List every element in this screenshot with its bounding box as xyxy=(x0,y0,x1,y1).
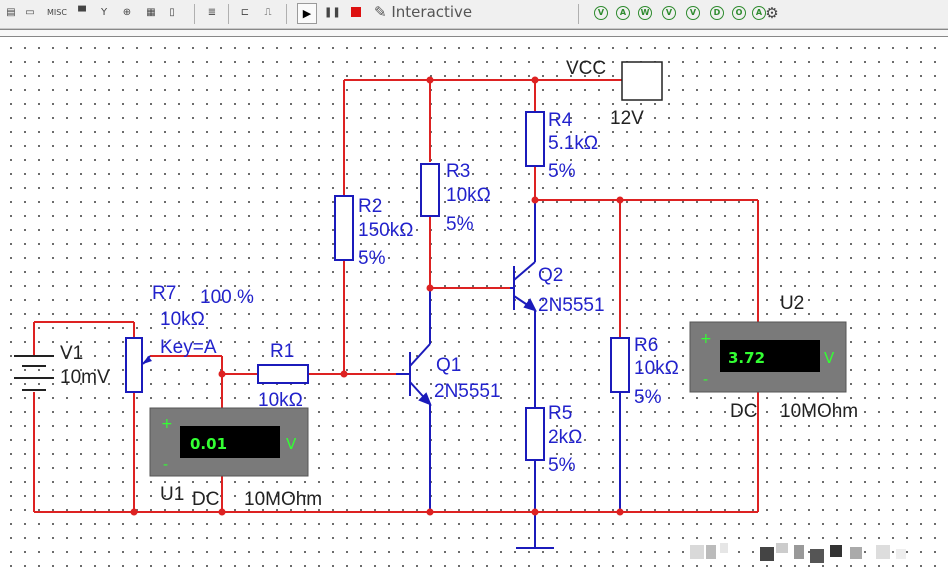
toolbar: ▤ ▭ MISC ▀ Y ⊕ ▦ ▯ ≣ ⊏ ⎍ ▶ ❚❚ ✎ Interact… xyxy=(0,0,948,29)
r6-tolerance: 5% xyxy=(634,387,662,408)
r2-name: R2 xyxy=(358,196,382,217)
simulation-mode-label: Interactive xyxy=(391,3,473,21)
transistor-icon[interactable]: ⊕ xyxy=(118,4,136,22)
q1-model: 2N5551 xyxy=(434,381,501,402)
resistor-r3[interactable]: R3 10kΩ 5% xyxy=(420,161,491,235)
u1-unit: V xyxy=(286,435,297,453)
stop-button[interactable] xyxy=(348,4,364,22)
connector-icon[interactable]: ⊏ xyxy=(236,4,254,22)
vcc-label: VCC xyxy=(566,58,606,79)
q1-name: Q1 xyxy=(436,355,461,376)
u2-unit: V xyxy=(824,349,835,367)
r3-value: 10kΩ xyxy=(446,185,491,206)
r1-name: R1 xyxy=(270,341,294,362)
u2-minus: - xyxy=(703,372,708,388)
u2-name: U2 xyxy=(780,293,804,314)
r2-tolerance: 5% xyxy=(358,248,386,269)
mouse-icon[interactable]: ▯ xyxy=(164,4,180,22)
voltmeter-u1[interactable]: 0.01 V + - U1 DC 10MOhm xyxy=(149,407,322,510)
probe-ref-icon[interactable]: V xyxy=(686,6,700,20)
q2-name: Q2 xyxy=(538,265,563,286)
v1-name: V1 xyxy=(60,343,83,364)
r3-tolerance: 5% xyxy=(446,214,474,235)
schematic-canvas[interactable]: VCC 12V R2 150kΩ 5% R3 10kΩ 5% R4 5.1kΩ … xyxy=(0,37,948,575)
misc-button[interactable]: MISC xyxy=(44,4,70,22)
r6-value: 10kΩ xyxy=(634,358,679,379)
pencil-icon: ✎ xyxy=(374,3,387,21)
r4-value: 5.1kΩ xyxy=(548,133,598,154)
probe-diff-icon[interactable]: V xyxy=(662,6,676,20)
probe-power-icon[interactable]: W xyxy=(638,6,652,20)
u2-reading: 3.72 xyxy=(728,349,765,367)
r7-key: Key=A xyxy=(160,337,217,358)
u2-mode: DC xyxy=(730,401,757,422)
watermark-blocks xyxy=(690,543,906,563)
r4-tolerance: 5% xyxy=(548,161,576,182)
pulse-icon[interactable]: ⎍ xyxy=(260,4,276,22)
u1-impedance: 10MOhm xyxy=(244,489,322,510)
r3-name: R3 xyxy=(446,161,470,182)
antenna-icon[interactable]: Y xyxy=(96,4,112,22)
resistor-r6[interactable]: R6 10kΩ 5% xyxy=(610,335,679,408)
resistor-r2[interactable]: R2 150kΩ 5% xyxy=(334,195,413,269)
r7-percent: 100 % xyxy=(200,287,254,308)
schematic: VCC 12V R2 150kΩ 5% R3 10kΩ 5% R4 5.1kΩ … xyxy=(14,58,858,549)
r5-tolerance: 5% xyxy=(548,455,576,476)
component-icon[interactable]: ▤ xyxy=(4,4,18,22)
voltmeter-u2[interactable]: 3.72 V + - U2 DC 10MOhm xyxy=(689,293,858,422)
r2-value: 150kΩ xyxy=(358,220,413,241)
probe-voltage-icon[interactable]: V xyxy=(594,6,608,20)
ruler xyxy=(0,29,948,37)
u1-plus: + xyxy=(161,416,173,432)
r7-value: 10kΩ xyxy=(160,309,205,330)
mcu-icon[interactable]: ▦ xyxy=(142,4,160,22)
u1-reading: 0.01 xyxy=(190,435,227,453)
probe-flag-icon[interactable]: O xyxy=(732,6,746,20)
u1-minus: - xyxy=(163,457,168,473)
u2-plus: + xyxy=(700,331,712,347)
r5-value: 2kΩ xyxy=(548,427,582,448)
play-button[interactable]: ▶ xyxy=(297,3,317,24)
gear-icon[interactable]: ⚙ xyxy=(764,4,780,22)
pause-button[interactable]: ❚❚ xyxy=(324,4,341,22)
stop-icon xyxy=(351,7,361,17)
ladder-icon[interactable]: ≣ xyxy=(204,4,220,22)
r6-name: R6 xyxy=(634,335,658,356)
play-icon: ▶ xyxy=(302,7,312,20)
transistor-q1[interactable]: Q1 2N5551 xyxy=(396,343,501,406)
v1-value: 10mV xyxy=(60,367,110,388)
indicator-icon[interactable]: ▀ xyxy=(74,4,90,22)
vcc-source[interactable]: VCC 12V xyxy=(566,58,663,129)
mixed-icon[interactable]: ▭ xyxy=(22,4,38,22)
probe-current-icon[interactable]: A xyxy=(616,6,630,20)
potentiometer-r7[interactable]: R7 100 % 10kΩ Key=A xyxy=(125,283,254,393)
resistor-r4[interactable]: R4 5.1kΩ 5% xyxy=(525,110,598,182)
u1-mode: DC xyxy=(192,489,219,510)
vcc-value: 12V xyxy=(610,108,644,129)
probe-digital-icon[interactable]: D xyxy=(710,6,724,20)
battery-v1[interactable]: V1 10mV xyxy=(14,343,110,391)
pause-icon: ❚❚ xyxy=(324,7,341,18)
r4-name: R4 xyxy=(548,110,573,131)
u2-impedance: 10MOhm xyxy=(780,401,858,422)
transistor-q2[interactable]: Q2 2N5551 xyxy=(510,261,605,316)
u1-name: U1 xyxy=(160,484,184,505)
simulation-mode[interactable]: ✎ Interactive xyxy=(374,3,472,21)
r7-name: R7 xyxy=(152,283,176,304)
resistor-r1[interactable]: R1 10kΩ xyxy=(257,341,309,411)
r5-name: R5 xyxy=(548,403,572,424)
wires xyxy=(33,79,759,513)
q2-model: 2N5551 xyxy=(538,295,605,316)
